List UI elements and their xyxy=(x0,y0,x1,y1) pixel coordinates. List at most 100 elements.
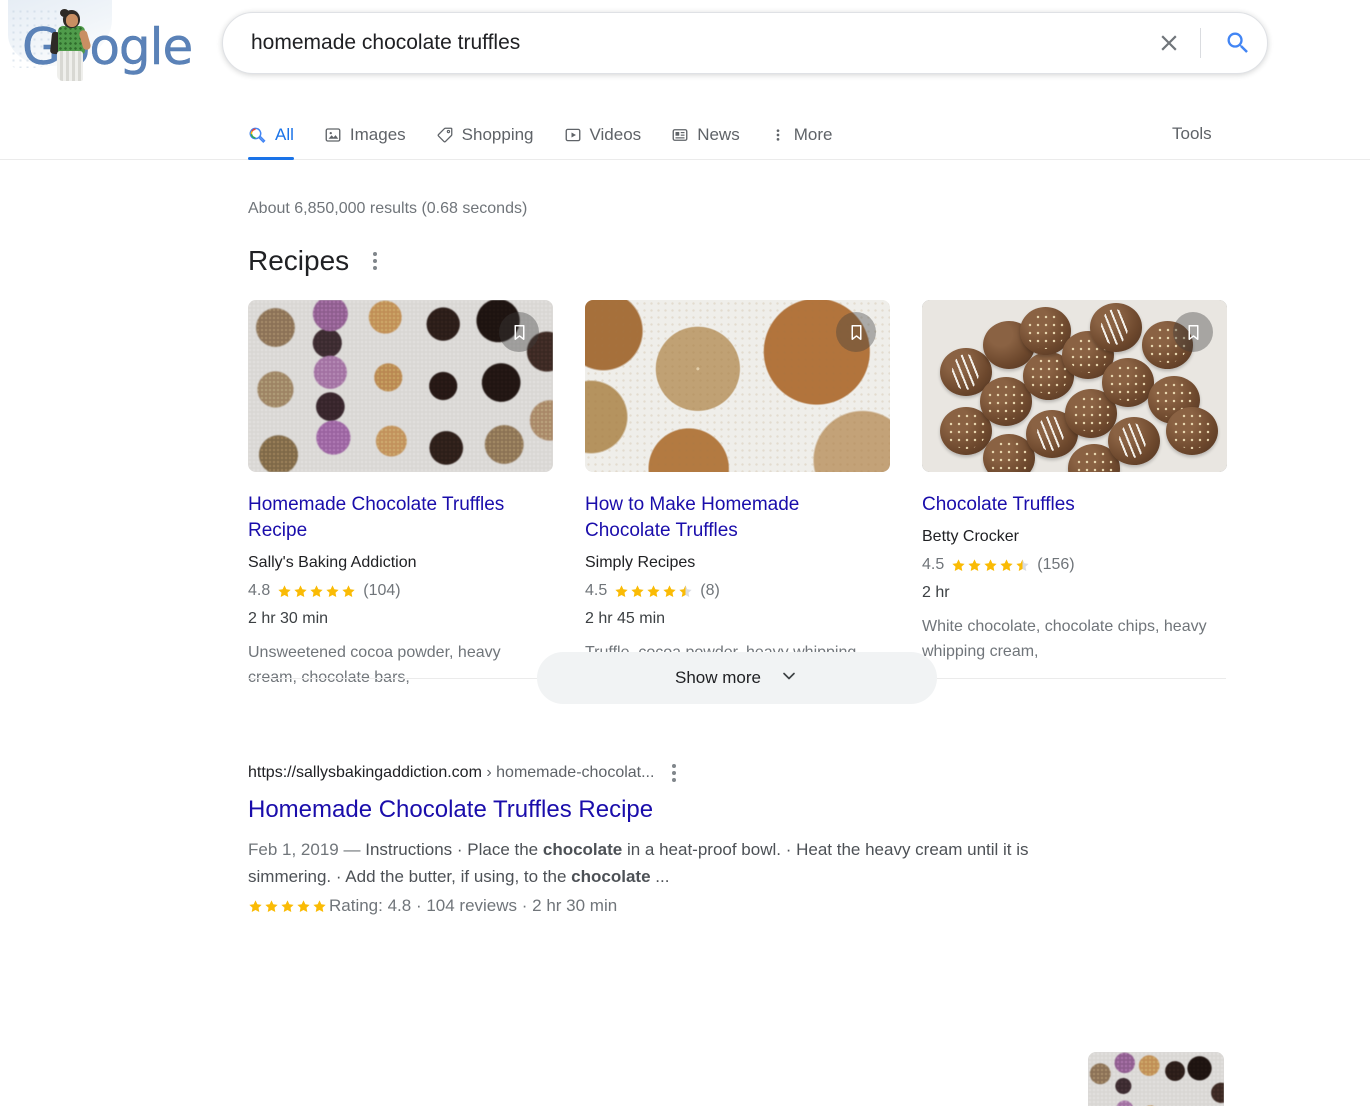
result-domain: https://sallysbakingaddiction.com xyxy=(248,764,482,781)
result-title[interactable]: Homemade Chocolate Truffles Recipe xyxy=(248,794,1048,826)
snippet-bold-2: chocolate xyxy=(571,867,651,886)
search-input[interactable] xyxy=(223,31,1146,55)
star-icon xyxy=(663,584,676,597)
result-options-kebab-icon[interactable] xyxy=(668,760,680,786)
recipe-image[interactable] xyxy=(248,300,553,472)
tab-shopping[interactable]: Shopping xyxy=(436,110,550,160)
search-icon xyxy=(1227,32,1248,53)
organic-result: https://sallysbakingaddiction.com › home… xyxy=(248,760,1048,916)
star-icon xyxy=(326,584,339,597)
recipes-heading: Recipes xyxy=(248,245,350,276)
recipe-title[interactable]: Homemade Chocolate Truffles Recipe xyxy=(248,492,553,544)
recipe-time: 2 hr 45 min xyxy=(585,610,666,627)
review-count: (8) xyxy=(700,582,720,599)
recipe-site: Simply Recipes xyxy=(585,554,696,571)
result-rating-meta: Rating: 4.8 · 104 reviews · 2 hr 30 min xyxy=(248,896,1048,916)
chevron-down-icon xyxy=(779,666,799,691)
recipe-rating: 4.8 (104) xyxy=(248,582,553,600)
result-path: homemade-chocolat... xyxy=(496,764,655,781)
search-tabs: All Images Shopping Videos News More xyxy=(248,110,862,160)
recipes-options-kebab-icon[interactable] xyxy=(369,248,381,274)
google-logo-text: Google xyxy=(22,18,194,76)
doodle-person-illustration xyxy=(49,8,96,82)
results-count: About 6,850,000 results (0.68 seconds) xyxy=(248,200,528,217)
show-more-row: Show more xyxy=(248,652,1226,704)
clear-search-button[interactable] xyxy=(1146,20,1192,66)
result-meta-text: Rating: 4.8 · 104 reviews · 2 hr 30 min xyxy=(329,896,618,915)
show-more-button[interactable]: Show more xyxy=(537,652,937,704)
recipe-site: Sally's Baking Addiction xyxy=(248,554,417,571)
star-icon xyxy=(342,584,355,597)
recipe-time: 2 hr xyxy=(922,584,950,601)
tab-more[interactable]: More xyxy=(770,110,849,160)
recipe-title[interactable]: How to Make Homemade Chocolate Truffles xyxy=(585,492,890,544)
star-icon xyxy=(1016,558,1029,571)
result-snippet: Feb 1, 2019 — Instructions · Place the c… xyxy=(248,836,1048,890)
tab-label: Videos xyxy=(589,125,642,144)
snippet-bold-1: chocolate xyxy=(542,840,623,859)
star-icon xyxy=(310,584,323,597)
star-icon xyxy=(968,558,981,571)
result-thumbnail[interactable] xyxy=(1088,1052,1224,1106)
news-icon xyxy=(671,126,689,144)
star-icon xyxy=(265,899,278,912)
star-icon xyxy=(249,899,262,912)
star-rating xyxy=(248,899,327,914)
star-icon xyxy=(631,584,644,597)
star-rating xyxy=(614,584,693,599)
google-doodle-logo[interactable]: Google xyxy=(8,0,194,82)
video-icon xyxy=(564,126,582,144)
review-count: (156) xyxy=(1037,556,1075,573)
result-url[interactable]: https://sallysbakingaddiction.com › home… xyxy=(248,764,654,782)
tab-label: All xyxy=(275,125,294,144)
divider-right xyxy=(937,677,1226,679)
snippet-date: Feb 1, 2019 xyxy=(248,840,339,859)
recipe-image[interactable] xyxy=(585,300,890,472)
tab-images[interactable]: Images xyxy=(324,110,422,160)
tab-label: News xyxy=(697,125,740,144)
recipe-time: 2 hr 30 min xyxy=(248,610,329,627)
star-rating xyxy=(277,584,356,599)
star-rating xyxy=(951,558,1030,573)
rating-value: 4.5 xyxy=(922,556,945,573)
recipe-card[interactable]: How to Make Homemade Chocolate Truffles … xyxy=(585,300,890,690)
tab-all[interactable]: All xyxy=(248,110,310,160)
bookmark-icon[interactable] xyxy=(499,312,539,352)
star-icon xyxy=(313,899,326,912)
tab-videos[interactable]: Videos xyxy=(564,110,658,160)
recipe-site: Betty Crocker xyxy=(922,528,1019,545)
recipes-section-header: Recipes xyxy=(248,245,381,277)
tools-button[interactable]: Tools xyxy=(1172,124,1212,144)
star-icon xyxy=(281,899,294,912)
tag-icon xyxy=(436,126,454,144)
tab-news[interactable]: News xyxy=(671,110,756,160)
page-header: Google xyxy=(0,0,1370,110)
recipe-card[interactable]: Homemade Chocolate Truffles Recipe Sally… xyxy=(248,300,553,690)
recipe-title[interactable]: Chocolate Truffles xyxy=(922,492,1227,518)
star-icon xyxy=(297,899,310,912)
rating-value: 4.8 xyxy=(248,582,271,599)
show-more-label: Show more xyxy=(675,668,761,687)
snippet-text-3: ... xyxy=(650,867,670,886)
divider-left xyxy=(248,677,537,679)
star-icon xyxy=(679,584,692,597)
search-submit-button[interactable] xyxy=(1209,20,1267,66)
close-icon xyxy=(1161,35,1177,51)
result-path-separator: › xyxy=(486,764,492,781)
bookmark-icon[interactable] xyxy=(1173,312,1213,352)
recipe-card[interactable]: Chocolate Truffles Betty Crocker 4.5 (15… xyxy=(922,300,1227,690)
star-icon xyxy=(615,584,628,597)
star-icon xyxy=(294,584,307,597)
kebab-icon xyxy=(770,126,786,144)
star-icon xyxy=(952,558,965,571)
image-icon xyxy=(324,126,342,144)
result-url-row[interactable]: https://sallysbakingaddiction.com › home… xyxy=(248,760,1048,786)
tab-label: Shopping xyxy=(461,125,534,144)
recipe-rating: 4.5 (8) xyxy=(585,582,890,600)
search-box[interactable] xyxy=(222,12,1268,74)
recipe-image[interactable] xyxy=(922,300,1227,472)
star-icon xyxy=(1000,558,1013,571)
review-count: (104) xyxy=(363,582,401,599)
bookmark-icon[interactable] xyxy=(836,312,876,352)
tab-label: Images xyxy=(349,125,406,144)
